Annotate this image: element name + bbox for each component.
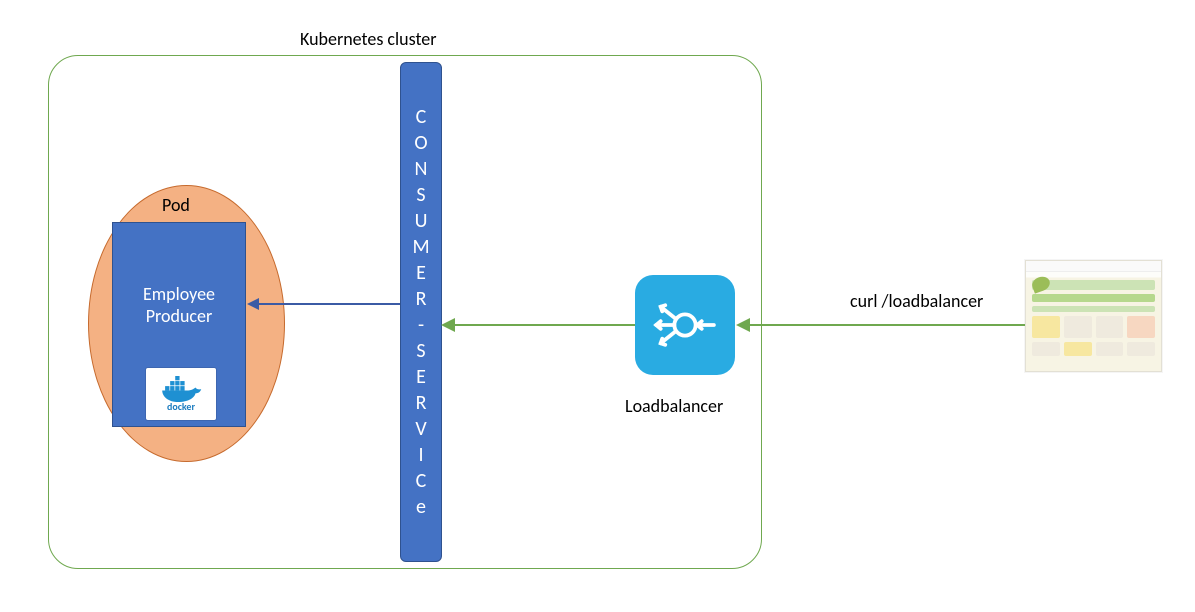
consumer-service-letter: S	[416, 182, 425, 208]
producer-line-2: Producer	[113, 305, 245, 327]
kubernetes-cluster-title: Kubernetes cluster	[300, 28, 437, 50]
pod-label: Pod	[162, 194, 190, 216]
consumer-service-letter: R	[416, 286, 427, 312]
consumer-service-letter: C	[416, 104, 427, 130]
loadbalancer-label: Loadbalancer	[625, 395, 723, 417]
consumer-service-letter: E	[416, 260, 426, 286]
consumer-service-letter: E	[416, 364, 426, 390]
consumer-service-letter: N	[415, 156, 428, 182]
consumer-service-letter: I	[418, 442, 423, 468]
consumer-service-letter: M	[412, 234, 429, 260]
arrow-service-to-producer-head	[247, 298, 259, 310]
consumer-service-letter: O	[414, 130, 427, 156]
docker-whale-icon	[157, 376, 205, 402]
consumer-service-letter: V	[415, 416, 426, 442]
consumer-service-letter: R	[416, 390, 427, 416]
producer-line-1: Employee	[113, 283, 245, 305]
consumer-service-letter: e	[416, 494, 426, 520]
consumer-service-letter: C	[416, 468, 427, 494]
curl-command-label: curl /loadbalancer	[850, 290, 983, 312]
docker-logo-card: docker	[146, 368, 216, 420]
consumer-service-letter: U	[415, 208, 428, 234]
loadbalancer-icon	[635, 275, 735, 375]
arrow-loadbalancer-to-service-head	[441, 318, 455, 332]
consumer-service-letter: -	[418, 312, 424, 338]
arrow-client-to-loadbalancer-head	[736, 318, 750, 332]
arrow-client-to-loadbalancer	[750, 324, 1025, 326]
consumer-service-box: CONSUMER-SERVICe	[400, 62, 442, 562]
arrow-loadbalancer-to-service	[455, 324, 635, 326]
arrow-service-to-producer	[259, 303, 400, 305]
docker-label: docker	[167, 400, 195, 413]
browser-client-thumbnail	[1025, 260, 1162, 372]
consumer-service-letter: S	[416, 338, 425, 364]
